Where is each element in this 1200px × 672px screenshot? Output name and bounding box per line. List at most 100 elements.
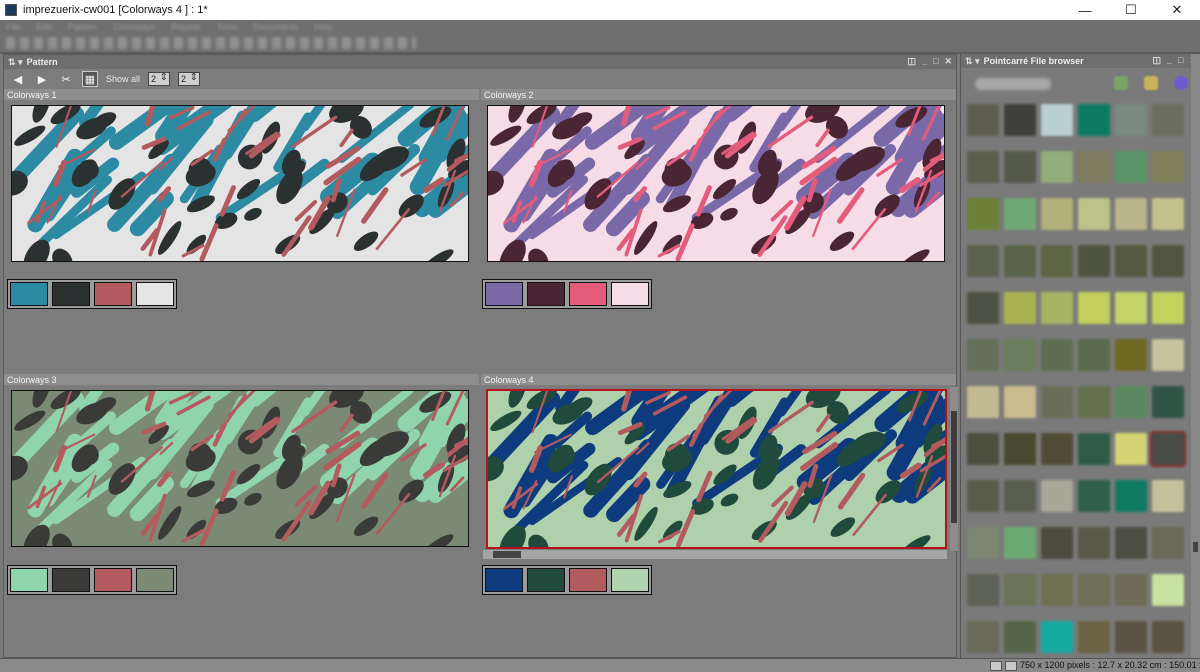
- file-thumbnail[interactable]: [1078, 574, 1110, 606]
- color-swatch[interactable]: [569, 568, 607, 592]
- pin-icon[interactable]: ⇅ ▾: [8, 57, 23, 68]
- file-browser-scrollbar[interactable]: [1191, 54, 1200, 658]
- file-thumbnail[interactable]: [1041, 574, 1073, 606]
- file-thumbnail[interactable]: [1078, 480, 1110, 512]
- file-thumbnail[interactable]: [1041, 104, 1073, 136]
- file-thumbnail[interactable]: [1115, 198, 1147, 230]
- panel-maximize-icon[interactable]: □: [1178, 55, 1183, 66]
- file-thumbnail[interactable]: [1115, 104, 1147, 136]
- file-thumbnail[interactable]: [1004, 198, 1036, 230]
- path-selector[interactable]: [975, 78, 1051, 90]
- file-thumbnail[interactable]: [1041, 480, 1073, 512]
- file-thumbnail[interactable]: [1152, 151, 1184, 183]
- color-swatch[interactable]: [10, 568, 48, 592]
- file-thumbnail[interactable]: [1150, 431, 1186, 467]
- color-swatch[interactable]: [527, 568, 565, 592]
- file-thumbnail[interactable]: [1152, 104, 1184, 136]
- file-thumbnail[interactable]: [1004, 104, 1036, 136]
- file-thumbnail[interactable]: [1004, 151, 1036, 183]
- file-thumbnail[interactable]: [1004, 386, 1036, 418]
- file-thumbnail[interactable]: [1115, 527, 1147, 559]
- file-thumbnail[interactable]: [1078, 621, 1110, 653]
- file-thumbnail[interactable]: [967, 621, 999, 653]
- menu-colorways[interactable]: Colorways: [113, 22, 155, 32]
- file-thumbnail[interactable]: [1115, 245, 1147, 277]
- file-thumbnail[interactable]: [1115, 433, 1147, 465]
- file-thumbnail[interactable]: [1152, 574, 1184, 606]
- file-thumbnail[interactable]: [1041, 386, 1073, 418]
- colorway-pattern[interactable]: [11, 390, 469, 547]
- file-thumbnail[interactable]: [1115, 292, 1147, 324]
- file-thumbnail[interactable]: [967, 433, 999, 465]
- file-thumbnail[interactable]: [1004, 527, 1036, 559]
- file-thumbnail[interactable]: [1115, 480, 1147, 512]
- panel-maximize-icon[interactable]: □: [933, 56, 938, 67]
- grid-view-icon[interactable]: ▦: [82, 71, 98, 87]
- color-swatch[interactable]: [136, 568, 174, 592]
- panel-close-icon[interactable]: ✕: [944, 56, 952, 67]
- file-thumbnail[interactable]: [1078, 339, 1110, 371]
- file-thumbnail[interactable]: [1152, 339, 1184, 371]
- color-swatch[interactable]: [569, 282, 607, 306]
- panel-minimize-icon[interactable]: _: [1167, 55, 1172, 66]
- color-swatch[interactable]: [52, 282, 90, 306]
- menu-file[interactable]: File: [6, 22, 21, 32]
- menu-tools[interactable]: Tools: [216, 22, 237, 32]
- color-swatch[interactable]: [136, 282, 174, 306]
- panel-split-icon[interactable]: ◫: [1152, 55, 1161, 66]
- file-thumbnail[interactable]: [1078, 198, 1110, 230]
- menu-repeat[interactable]: Repeat: [171, 22, 200, 32]
- colorway-pattern[interactable]: [11, 105, 469, 262]
- file-thumbnail[interactable]: [1152, 198, 1184, 230]
- file-thumbnail[interactable]: [1004, 480, 1036, 512]
- pin-icon[interactable]: ⇅ ▾: [965, 56, 980, 67]
- next-icon[interactable]: ▶: [34, 71, 50, 87]
- menu-pattern[interactable]: Pattern: [68, 22, 97, 32]
- file-thumbnail[interactable]: [1004, 433, 1036, 465]
- color-swatch[interactable]: [94, 282, 132, 306]
- file-thumbnail[interactable]: [1041, 339, 1073, 371]
- file-thumbnail[interactable]: [967, 245, 999, 277]
- file-thumbnail[interactable]: [1041, 433, 1073, 465]
- file-thumbnail[interactable]: [1004, 245, 1036, 277]
- file-thumbnail[interactable]: [1041, 151, 1073, 183]
- color-swatch[interactable]: [10, 282, 48, 306]
- maximize-button[interactable]: ☐: [1108, 0, 1154, 20]
- file-thumbnail[interactable]: [1078, 386, 1110, 418]
- file-thumbnail[interactable]: [967, 198, 999, 230]
- horizontal-scrollbar[interactable]: [483, 550, 947, 559]
- file-thumbnail[interactable]: [1041, 527, 1073, 559]
- columns-stepper[interactable]: 2: [148, 72, 171, 86]
- color-swatch[interactable]: [611, 282, 649, 306]
- file-thumbnail[interactable]: [1078, 151, 1110, 183]
- refresh-icon[interactable]: [1114, 76, 1128, 90]
- file-thumbnail[interactable]: [1152, 292, 1184, 324]
- rows-stepper[interactable]: 2: [178, 72, 201, 86]
- file-thumbnail[interactable]: [1041, 621, 1073, 653]
- file-thumbnail[interactable]: [1004, 339, 1036, 371]
- minimize-button[interactable]: —: [1062, 0, 1108, 20]
- scissors-icon[interactable]: ✂: [58, 71, 74, 87]
- colorway-pattern[interactable]: [487, 105, 945, 262]
- file-thumbnail[interactable]: [967, 104, 999, 136]
- file-thumbnail[interactable]: [1152, 527, 1184, 559]
- file-thumbnail[interactable]: [1152, 386, 1184, 418]
- file-thumbnail[interactable]: [1152, 480, 1184, 512]
- color-swatch[interactable]: [611, 568, 649, 592]
- file-thumbnail[interactable]: [967, 339, 999, 371]
- panel-split-icon[interactable]: ◫: [907, 56, 916, 67]
- panel-minimize-icon[interactable]: _: [922, 56, 927, 67]
- color-swatch[interactable]: [485, 282, 523, 306]
- file-thumbnail[interactable]: [1152, 621, 1184, 653]
- show-all-label[interactable]: Show all: [106, 74, 140, 84]
- file-thumbnail[interactable]: [1078, 527, 1110, 559]
- file-thumbnail[interactable]: [967, 151, 999, 183]
- previous-icon[interactable]: ◀: [10, 71, 26, 87]
- folder-icon[interactable]: [1144, 76, 1158, 90]
- file-thumbnail[interactable]: [1004, 292, 1036, 324]
- menu-documents[interactable]: Documents: [253, 22, 299, 32]
- file-thumbnail[interactable]: [967, 574, 999, 606]
- file-thumbnail[interactable]: [967, 527, 999, 559]
- menu-help[interactable]: Help: [315, 22, 334, 32]
- file-thumbnail[interactable]: [1078, 292, 1110, 324]
